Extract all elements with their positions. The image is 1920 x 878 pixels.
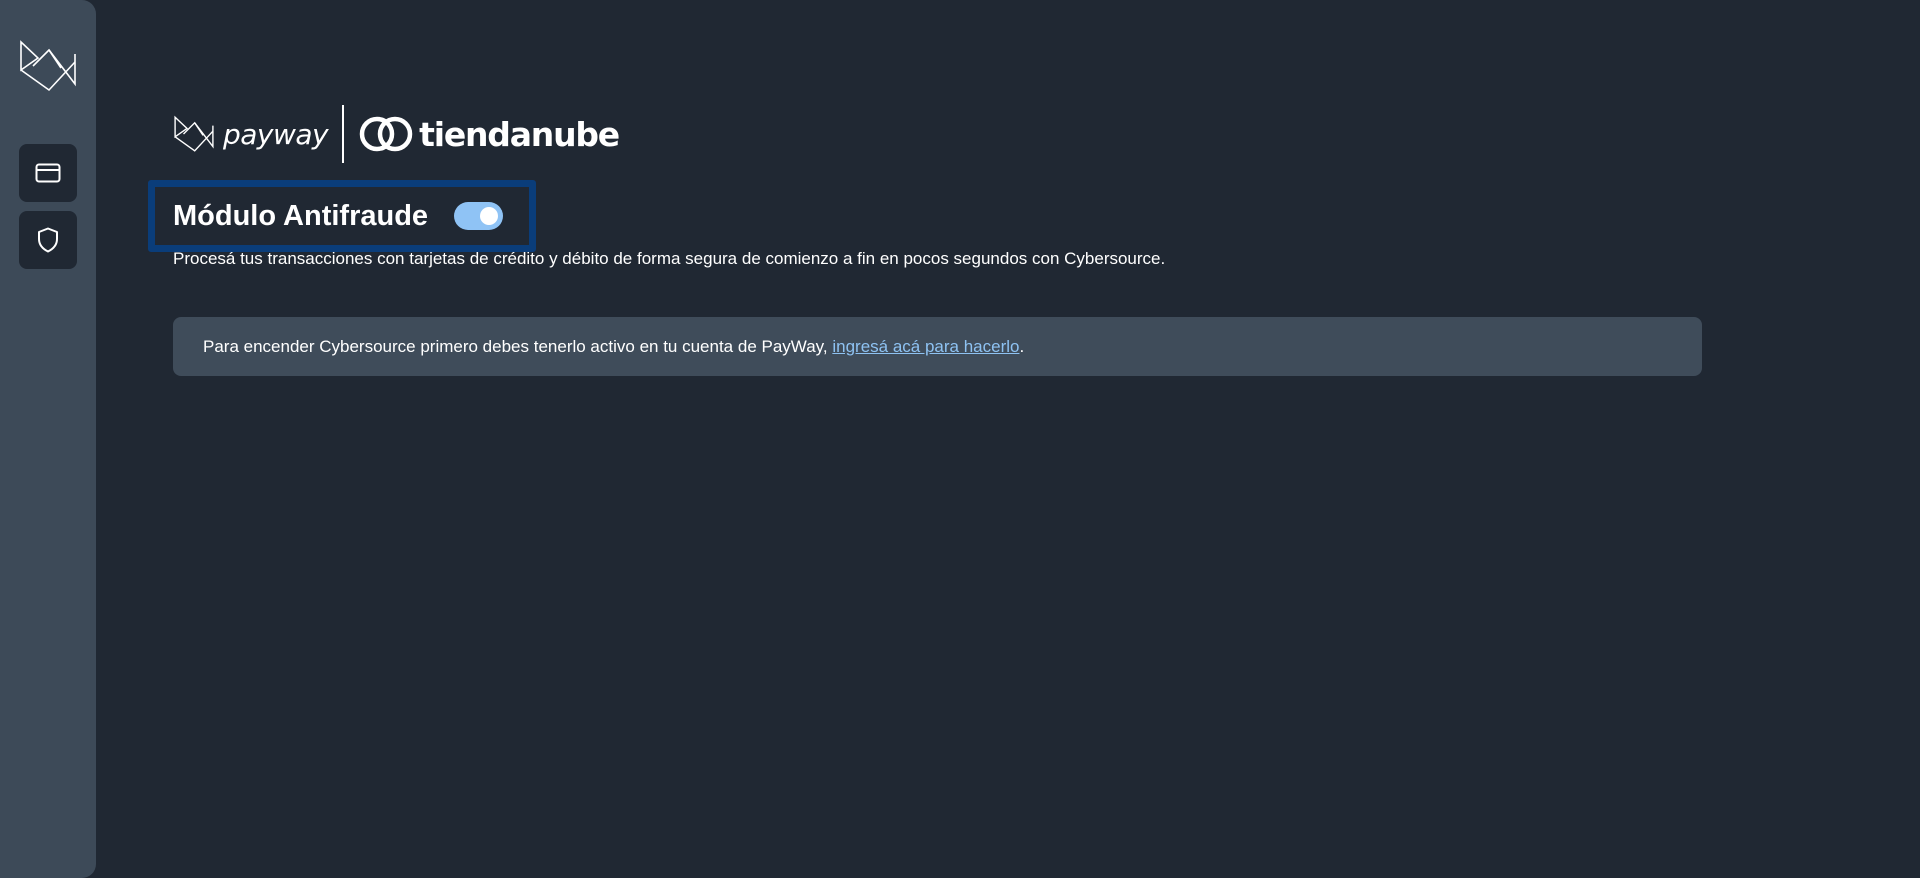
antifraud-toggle[interactable] xyxy=(454,202,503,230)
info-notice: Para encender Cybersource primero debes … xyxy=(173,317,1702,376)
tiendanube-logo-icon xyxy=(359,116,413,152)
payway-logo-icon xyxy=(174,115,214,152)
toggle-knob xyxy=(480,207,498,225)
credit-card-icon xyxy=(35,163,61,183)
notice-text-end: . xyxy=(1019,336,1025,356)
antifraud-nav-button[interactable] xyxy=(19,211,77,269)
page-description: Procesá tus transacciones con tarjetas d… xyxy=(173,249,1166,268)
sidebar xyxy=(0,0,96,878)
tiendanube-wordmark: tiendanube xyxy=(419,114,620,154)
page-title: Módulo Antifraude xyxy=(173,200,429,232)
shield-icon xyxy=(38,227,58,253)
notice-text: Para encender Cybersource primero debes … xyxy=(203,336,833,356)
brand-divider xyxy=(342,105,345,163)
payments-nav-button[interactable] xyxy=(19,144,77,202)
brand-header: payway tiendanube xyxy=(173,105,620,163)
activate-cybersource-link[interactable]: ingresá acá para hacerlo xyxy=(832,337,1019,357)
payway-wordmark: payway xyxy=(223,117,329,151)
payway-logo-icon xyxy=(20,40,76,92)
